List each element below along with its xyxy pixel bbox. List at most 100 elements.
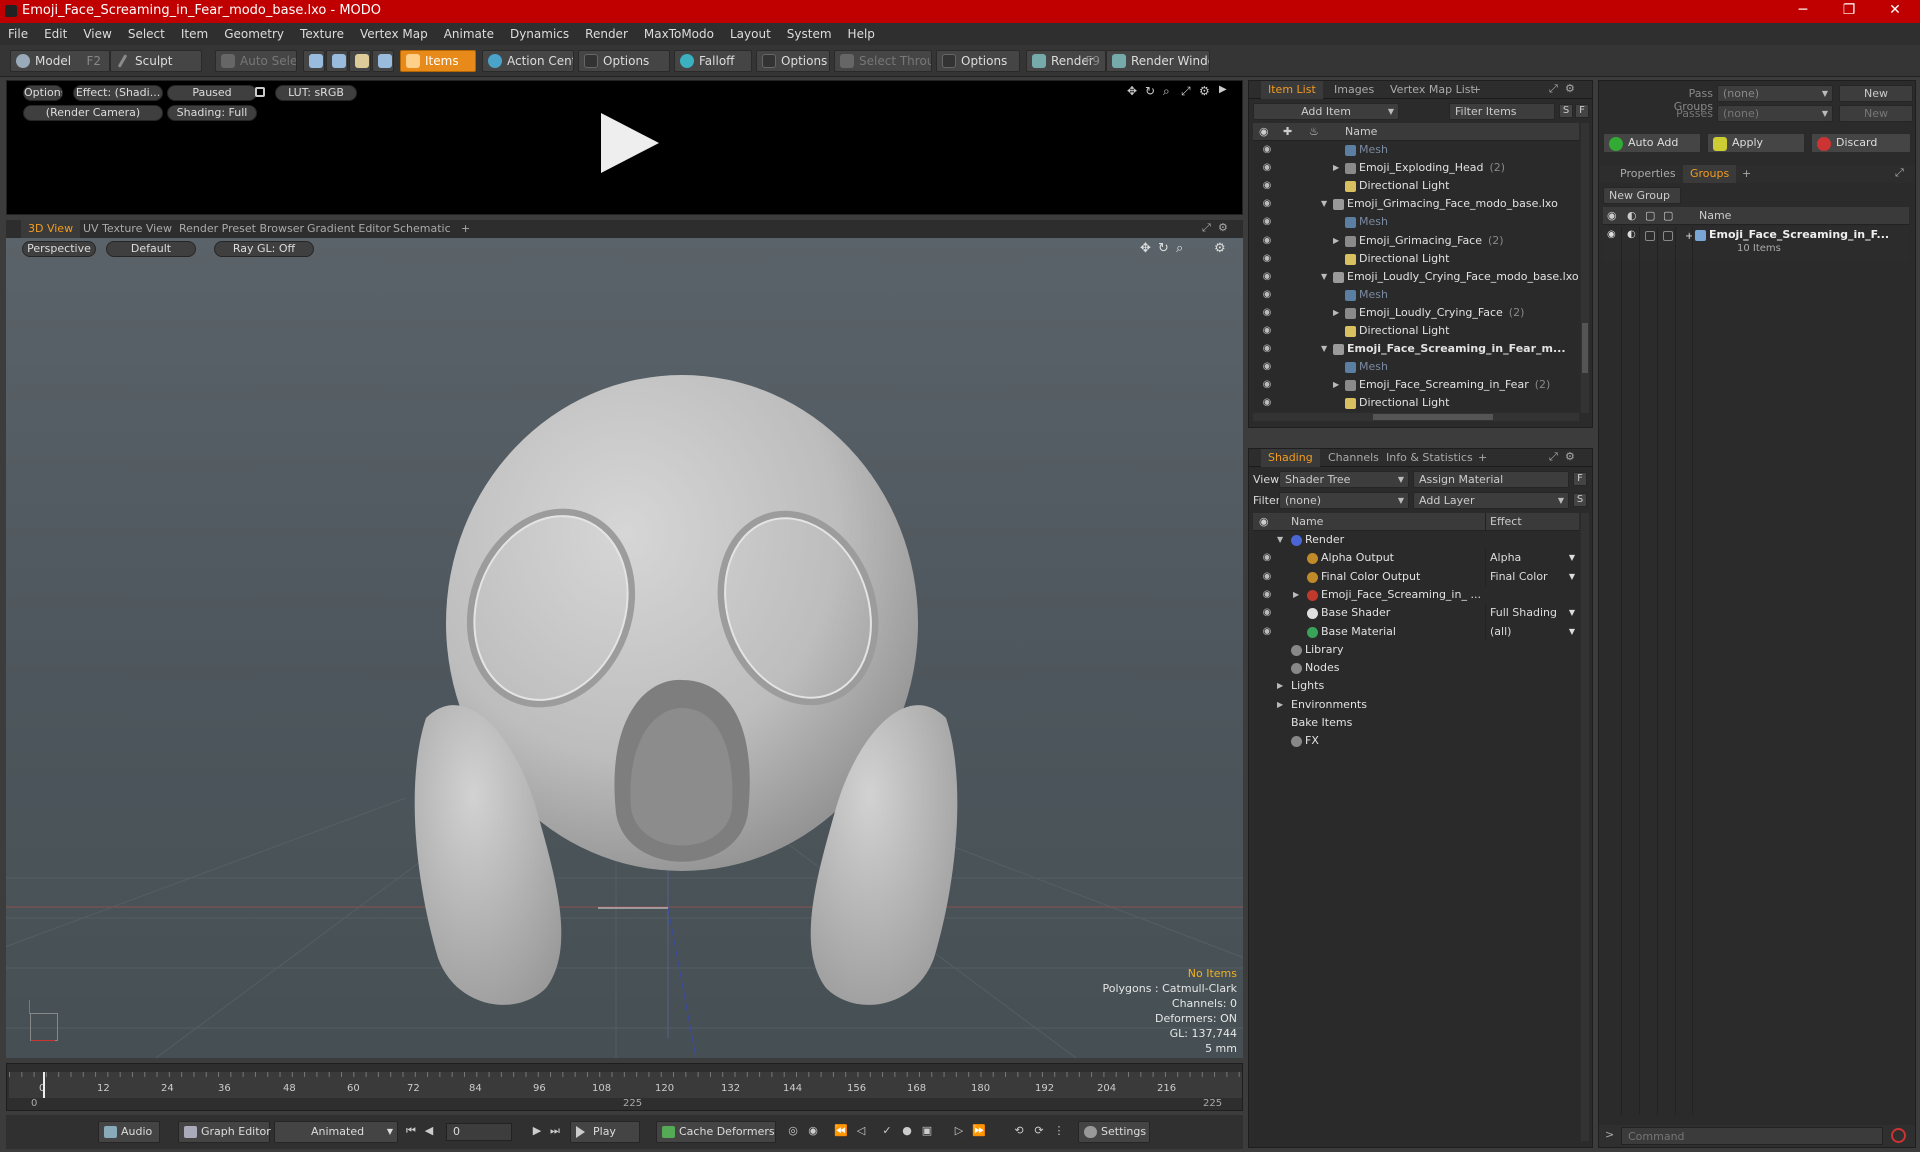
item-list-row[interactable]: ◉ ▼ Emoji_Loudly_Crying_Face_modo_base.lxo bbox=[1253, 268, 1579, 286]
timeline-playhead[interactable] bbox=[43, 1072, 45, 1098]
cache-deformers-button[interactable]: Cache Deformers bbox=[656, 1121, 776, 1143]
preview-options-button[interactable]: Options bbox=[23, 85, 63, 101]
menu-edit[interactable]: Edit bbox=[36, 23, 75, 45]
settings-button[interactable]: Settings bbox=[1078, 1121, 1150, 1143]
shader-tree-row[interactable]: ◉ Base Shader Full Shading ▼ bbox=[1253, 604, 1579, 623]
item-list-row[interactable]: ◉ Mesh bbox=[1253, 286, 1579, 304]
options-icon[interactable]: ⋮ bbox=[1050, 1121, 1068, 1141]
lut-dropdown[interactable]: LUT: sRGB bbox=[275, 85, 357, 101]
shader-tree-row[interactable]: ◉ Final Color Output Final Color ▼ bbox=[1253, 567, 1579, 586]
select-through-options-button[interactable]: Options bbox=[936, 50, 1020, 72]
shader-tree-row[interactable]: FX bbox=[1253, 732, 1579, 750]
prev-key-icon[interactable]: ◀ bbox=[420, 1121, 438, 1141]
record-macro-icon[interactable] bbox=[1891, 1128, 1906, 1143]
effect-dropdown[interactable]: Alpha ▼ bbox=[1485, 549, 1579, 568]
item-list-row[interactable]: ◉ Directional Light bbox=[1253, 322, 1579, 340]
go-start-icon[interactable]: ⏮ bbox=[402, 1121, 420, 1141]
filter-dropdown[interactable]: (none) ▼ bbox=[1279, 492, 1409, 509]
play-button[interactable]: Play bbox=[570, 1121, 640, 1143]
default-dropdown[interactable]: Default bbox=[106, 241, 196, 257]
frame-field[interactable]: 0 bbox=[446, 1123, 512, 1141]
item-list-row[interactable]: ◉ ▶ Emoji_Exploding_Head (2) bbox=[1253, 159, 1579, 177]
shader-tree-row[interactable]: ▶ Lights bbox=[1253, 677, 1579, 695]
shader-tree-row[interactable]: Nodes bbox=[1253, 659, 1579, 677]
discard-button[interactable]: Discard bbox=[1811, 133, 1911, 153]
eye-icon[interactable]: ◉ bbox=[1261, 586, 1273, 604]
assign-f-button[interactable]: F bbox=[1573, 472, 1587, 486]
shader-tree-row[interactable]: ◉ ▶ Emoji_Face_Screaming_in_ ... bbox=[1253, 586, 1579, 604]
render-button[interactable]: Render F9 bbox=[1026, 50, 1106, 72]
menu-item[interactable]: Item bbox=[173, 23, 216, 45]
add-tab-button[interactable]: + bbox=[454, 220, 477, 238]
item-list-row[interactable]: ◉ ▼ Emoji_Grimacing_Face_modo_base.lxo bbox=[1253, 195, 1579, 213]
gear-icon[interactable]: ⚙ bbox=[1199, 84, 1210, 98]
eye-icon[interactable]: ◉ bbox=[1261, 358, 1273, 376]
menu-select[interactable]: Select bbox=[120, 23, 173, 45]
apply-button[interactable]: Apply bbox=[1707, 133, 1805, 153]
add-tab-button[interactable]: + bbox=[1465, 81, 1488, 99]
shader-tree-row[interactable]: Library bbox=[1253, 641, 1579, 659]
eye-icon[interactable]: ◉ bbox=[1261, 232, 1273, 250]
timeline[interactable]: 0 12 24 36 48 60 72 84 96 108 120 132 14… bbox=[6, 1063, 1243, 1111]
animated-dropdown[interactable]: Animated ▼ bbox=[274, 1121, 398, 1143]
render-window-button[interactable]: Render Window bbox=[1106, 50, 1210, 72]
step-forward-icon[interactable]: ▷ bbox=[950, 1121, 968, 1141]
eye-icon[interactable]: ◉ bbox=[1261, 304, 1273, 322]
tab-groups[interactable]: Groups bbox=[1683, 165, 1737, 183]
effect-dropdown[interactable]: (all) ▼ bbox=[1485, 622, 1579, 641]
expand-arrow-icon[interactable]: ▶ bbox=[1277, 696, 1283, 714]
polygon-select-button[interactable] bbox=[349, 50, 371, 72]
expand-arrow-icon[interactable]: ▶ bbox=[1333, 376, 1339, 394]
expand-arrow-icon[interactable]: ▶ bbox=[1277, 677, 1283, 695]
tab-images[interactable]: Images bbox=[1327, 81, 1381, 99]
record-icon[interactable]: ● bbox=[898, 1121, 916, 1141]
item-list-row[interactable]: ◉ Directional Light bbox=[1253, 177, 1579, 195]
menu-system[interactable]: System bbox=[779, 23, 840, 45]
zoom-icon[interactable]: ⌕ bbox=[1176, 241, 1183, 256]
maximize-icon[interactable]: ⤢ bbox=[1549, 82, 1558, 96]
eye-icon[interactable]: ◉ bbox=[1261, 141, 1273, 159]
step-back-icon[interactable]: ◁ bbox=[852, 1121, 870, 1141]
action-center-options-button[interactable]: Options bbox=[578, 50, 670, 72]
prev-keyframe-icon[interactable]: ⏪ bbox=[832, 1121, 850, 1141]
graph-editor-button[interactable]: Graph Editor bbox=[178, 1121, 271, 1143]
eye-icon[interactable]: ◉ bbox=[1261, 159, 1273, 177]
shader-tree-row[interactable]: ◉ Base Material (all) ▼ bbox=[1253, 622, 1579, 641]
menu-animate[interactable]: Animate bbox=[436, 23, 502, 45]
tab-uv-texture-view[interactable]: UV Texture View bbox=[76, 220, 179, 238]
falloff-button[interactable]: Falloff bbox=[674, 50, 752, 72]
menu-view[interactable]: View bbox=[75, 23, 119, 45]
go-end-icon[interactable]: ⏭ bbox=[546, 1121, 564, 1141]
lock-icon[interactable] bbox=[255, 87, 265, 97]
paused-toggle[interactable]: Paused bbox=[167, 85, 257, 101]
sync-icon[interactable]: ⟳ bbox=[1030, 1121, 1048, 1141]
add-layer-s-button[interactable]: S bbox=[1573, 493, 1587, 507]
key-icon[interactable]: ◎ bbox=[784, 1121, 802, 1141]
auto-select-button[interactable]: Auto Select bbox=[215, 50, 297, 72]
next-keyframe-icon[interactable]: ⏩ bbox=[970, 1121, 988, 1141]
maximize-icon[interactable]: ⤢ bbox=[1549, 450, 1558, 464]
tab-item-list[interactable]: Item List bbox=[1261, 81, 1323, 99]
item-list-row[interactable]: ◉ ▶ Emoji_Loudly_Crying_Face (2) bbox=[1253, 304, 1579, 322]
close-button[interactable]: ✕ bbox=[1872, 0, 1918, 23]
collapse-arrow-icon[interactable]: ▼ bbox=[1321, 195, 1327, 213]
expand-arrow-icon[interactable]: ▶ bbox=[1333, 159, 1339, 177]
tab-shading[interactable]: Shading bbox=[1261, 449, 1320, 467]
filter-f-button[interactable]: F bbox=[1575, 104, 1589, 118]
filter-items-input[interactable]: Filter Items bbox=[1449, 103, 1555, 120]
menu-dynamics[interactable]: Dynamics bbox=[502, 23, 577, 45]
shader-tree-row[interactable]: ◉ Alpha Output Alpha ▼ bbox=[1253, 549, 1579, 568]
add-layer-dropdown[interactable]: Add Layer ▼ bbox=[1413, 492, 1569, 509]
eye-icon[interactable]: ◉ bbox=[1261, 195, 1273, 213]
item-list-row[interactable]: ◉ Directional Light bbox=[1253, 394, 1579, 412]
tab-properties[interactable]: Properties bbox=[1613, 165, 1683, 183]
select-through-button[interactable]: Select Through bbox=[834, 50, 932, 72]
eye-icon[interactable]: ◉ bbox=[1261, 340, 1273, 358]
filter-s-button[interactable]: S bbox=[1559, 104, 1573, 118]
add-tab-button[interactable]: + bbox=[1735, 165, 1758, 183]
shader-tree-row[interactable]: ▼ Render bbox=[1253, 531, 1579, 549]
key-all-icon[interactable]: ◉ bbox=[804, 1121, 822, 1141]
effect-dropdown[interactable]: Effect: (Shadi... bbox=[73, 85, 163, 101]
shading-dropdown[interactable]: Shading: Full bbox=[167, 105, 257, 121]
new-group-button[interactable]: New Group bbox=[1603, 187, 1681, 204]
